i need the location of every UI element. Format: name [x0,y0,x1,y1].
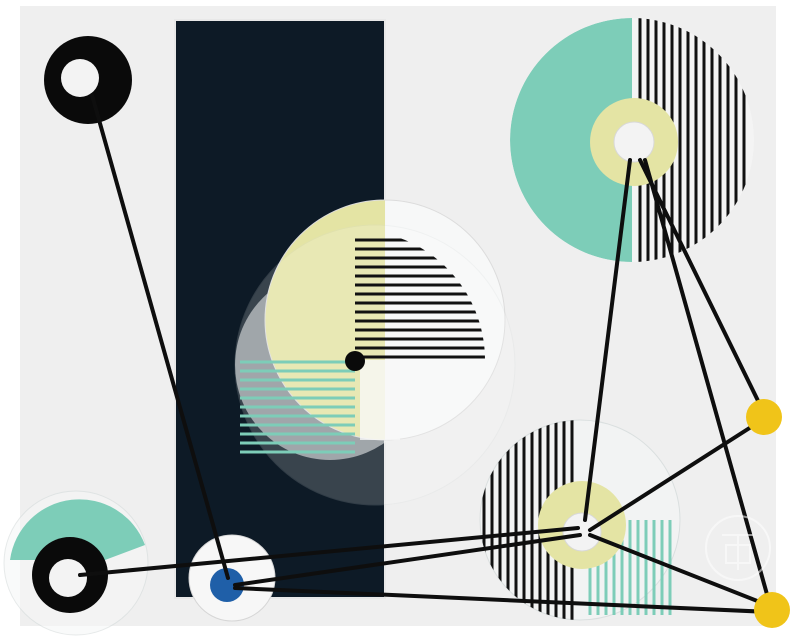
bottom-left-teal-disc [3,490,149,636]
black-ring-disc [44,36,132,124]
blue-ball-white-disc [188,534,276,622]
bottom-left-white-ball [49,559,87,597]
yellow-ball-upper [746,399,782,435]
bottom-right-striped-disc [479,419,681,621]
top-right-white-ball [613,121,655,163]
bottom-right-white-ball [562,512,602,552]
kinetic-sculpture-artwork [0,0,794,639]
artwork-svg [0,0,794,639]
yellow-ball-lower [754,592,790,628]
top-left-white-ball [61,59,99,97]
center-black-ball [345,351,365,371]
